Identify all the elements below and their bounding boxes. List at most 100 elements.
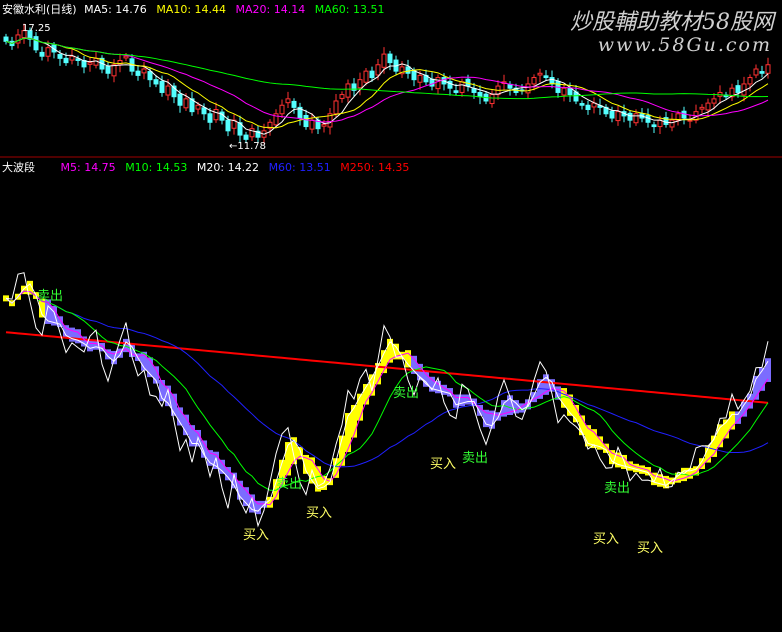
candle-body <box>549 77 555 85</box>
signal-label: 买入 <box>593 532 619 547</box>
candle-body <box>207 113 213 123</box>
candle-body <box>429 78 435 87</box>
candle-body <box>417 74 423 83</box>
band-block <box>645 467 651 476</box>
candle-body <box>687 119 693 122</box>
candle-body <box>87 62 93 65</box>
candle-body <box>711 98 717 104</box>
candle-body <box>141 68 147 74</box>
ma10-legend: MA10: 14.44 <box>156 3 227 16</box>
candle-body <box>669 119 675 128</box>
candle-body <box>147 71 153 81</box>
candle-body <box>183 98 189 109</box>
signal-label: 买入 <box>430 457 456 472</box>
m60-line <box>5 290 769 468</box>
band-block <box>225 467 231 481</box>
signal-label: 卖出 <box>276 477 302 492</box>
top-panel-header: 安徽水利(日线) MA5: 14.76 MA10: 14.44 MA20: 14… <box>2 3 384 17</box>
candle-body <box>609 110 615 119</box>
candle-body <box>435 77 441 90</box>
candle-body <box>153 79 159 85</box>
candle-body <box>201 107 207 115</box>
candle-body <box>525 83 531 94</box>
candle-body <box>69 55 75 61</box>
bottom-indicator-panel <box>3 272 771 528</box>
band-block <box>285 442 291 476</box>
candle-body <box>165 85 171 96</box>
m10-legend: M10: 14.53 <box>125 161 188 174</box>
candle-body <box>411 70 417 81</box>
candle-body <box>759 71 765 74</box>
candle-body <box>213 109 219 121</box>
candle-body <box>303 114 309 128</box>
kline-chart: 卖出买入卖出买入卖出买入 卖出卖出买入买入 <box>0 23 782 556</box>
candle-body <box>369 70 375 79</box>
candle-body <box>363 70 369 83</box>
candle-body <box>309 119 315 130</box>
candle-body <box>339 94 345 99</box>
candle-body <box>543 75 549 79</box>
signal-label: 买入 <box>637 541 663 556</box>
candle-body <box>531 77 537 85</box>
candle-body <box>333 100 339 115</box>
band-block <box>639 465 645 474</box>
m20-legend: M20: 14.22 <box>196 161 260 174</box>
watermark-url: www.58Gu.com <box>598 34 772 56</box>
candle-body <box>753 68 759 76</box>
candle-body <box>177 93 183 106</box>
candle-body <box>699 106 705 110</box>
candle-body <box>489 94 495 105</box>
watermark-title-text: 炒股輔助教材58股网 <box>570 10 774 35</box>
candle-body <box>705 102 711 111</box>
candle-body <box>375 64 381 76</box>
ma20-legend: MA20: 14.14 <box>235 3 306 16</box>
price-line <box>5 272 769 528</box>
candle-body <box>45 47 51 57</box>
m5-legend: M5: 14.75 <box>60 161 116 174</box>
candle-body <box>567 87 573 96</box>
candle-body <box>615 111 621 122</box>
candle-body <box>747 77 753 85</box>
candle-body <box>471 88 477 93</box>
candle-body <box>117 59 123 66</box>
candle-body <box>651 124 657 128</box>
candle-body <box>159 80 165 93</box>
candle-body <box>39 51 45 57</box>
high-price-label: 17.25 <box>22 23 51 34</box>
candle-body <box>3 36 9 42</box>
candle-body <box>627 112 633 121</box>
candle-body <box>291 100 297 108</box>
candle-body <box>135 70 141 76</box>
candle-body <box>537 72 543 76</box>
candle-body <box>633 113 639 124</box>
candle-body <box>405 66 411 74</box>
bottom-panel-header: 大波段 M5: 14.75 M10: 14.53 M20: 14.22 M60:… <box>2 161 409 175</box>
band-block <box>345 413 351 453</box>
candle-body <box>579 103 585 106</box>
candle-body <box>225 119 231 132</box>
candle-body <box>381 53 387 68</box>
candle-body <box>741 83 747 96</box>
watermark-url-text: www.58Gu.com <box>597 34 772 56</box>
candle-body <box>387 53 393 64</box>
candle-body <box>123 55 129 59</box>
candle-body <box>105 65 111 74</box>
candle-body <box>57 54 63 59</box>
signal-label: 买入 <box>243 528 269 543</box>
stock-title: 安徽水利(日线) <box>2 3 77 16</box>
candle-body <box>357 79 363 89</box>
m20-line <box>5 290 769 491</box>
ma5-legend: MA5: 14.76 <box>84 3 147 16</box>
m10-line <box>5 290 769 506</box>
candle-body <box>33 36 39 51</box>
candle-body <box>459 81 465 93</box>
signal-label: 卖出 <box>604 481 630 496</box>
low-price-label: ←11.78 <box>229 141 267 152</box>
signal-label: 卖出 <box>462 451 488 466</box>
candle-body <box>585 104 591 111</box>
m60-legend: M60: 13.51 <box>268 161 331 174</box>
signal-label: 买入 <box>306 506 332 521</box>
candle-body <box>321 123 327 127</box>
candle-body <box>735 85 741 93</box>
candle-body <box>243 134 249 140</box>
